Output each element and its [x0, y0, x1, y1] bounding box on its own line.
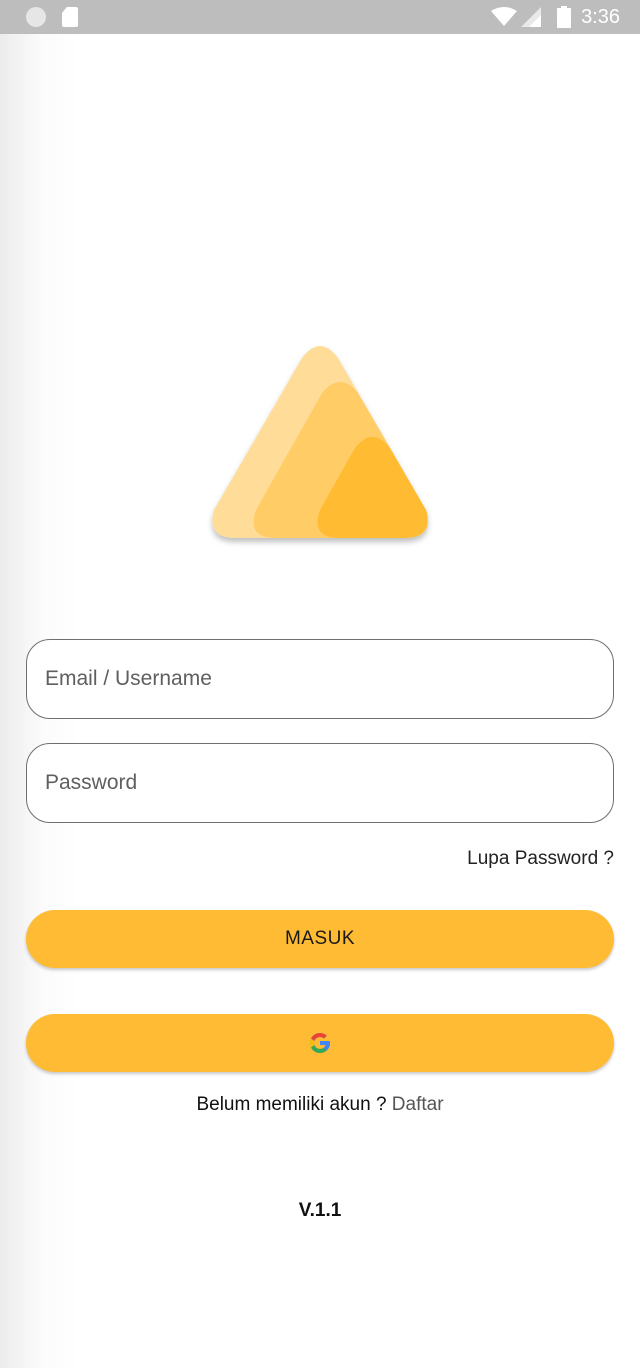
sd-card-icon: [62, 7, 78, 27]
email-input[interactable]: [27, 640, 613, 718]
circle-indicator-icon: [26, 7, 46, 27]
signup-prompt-text: Belum memiliki akun ?: [196, 1094, 392, 1115]
google-signin-button[interactable]: [26, 1014, 614, 1072]
login-screen: 3:36 Lupa Password ? MASUK: [0, 0, 640, 1368]
google-icon: [310, 1033, 330, 1053]
status-right: 3:36: [491, 4, 620, 30]
signup-prompt: Belum memiliki akun ? Daftar: [0, 1094, 640, 1116]
status-left: [26, 7, 78, 27]
battery-icon: [557, 6, 572, 28]
status-time: 3:36: [581, 5, 620, 28]
email-field[interactable]: [26, 639, 614, 719]
login-button-label: MASUK: [284, 928, 356, 949]
triangle-logo-icon: [212, 346, 428, 538]
status-bar: 3:36: [0, 0, 640, 34]
signup-link[interactable]: Daftar: [392, 1094, 444, 1115]
password-input[interactable]: [27, 744, 613, 822]
forgot-password-link[interactable]: Lupa Password ?: [467, 848, 614, 870]
password-field[interactable]: [26, 743, 614, 823]
signal-icon: [521, 7, 542, 27]
wifi-icon: [491, 7, 518, 26]
app-version: V.1.1: [298, 1200, 342, 1221]
login-button[interactable]: MASUK: [26, 910, 614, 968]
